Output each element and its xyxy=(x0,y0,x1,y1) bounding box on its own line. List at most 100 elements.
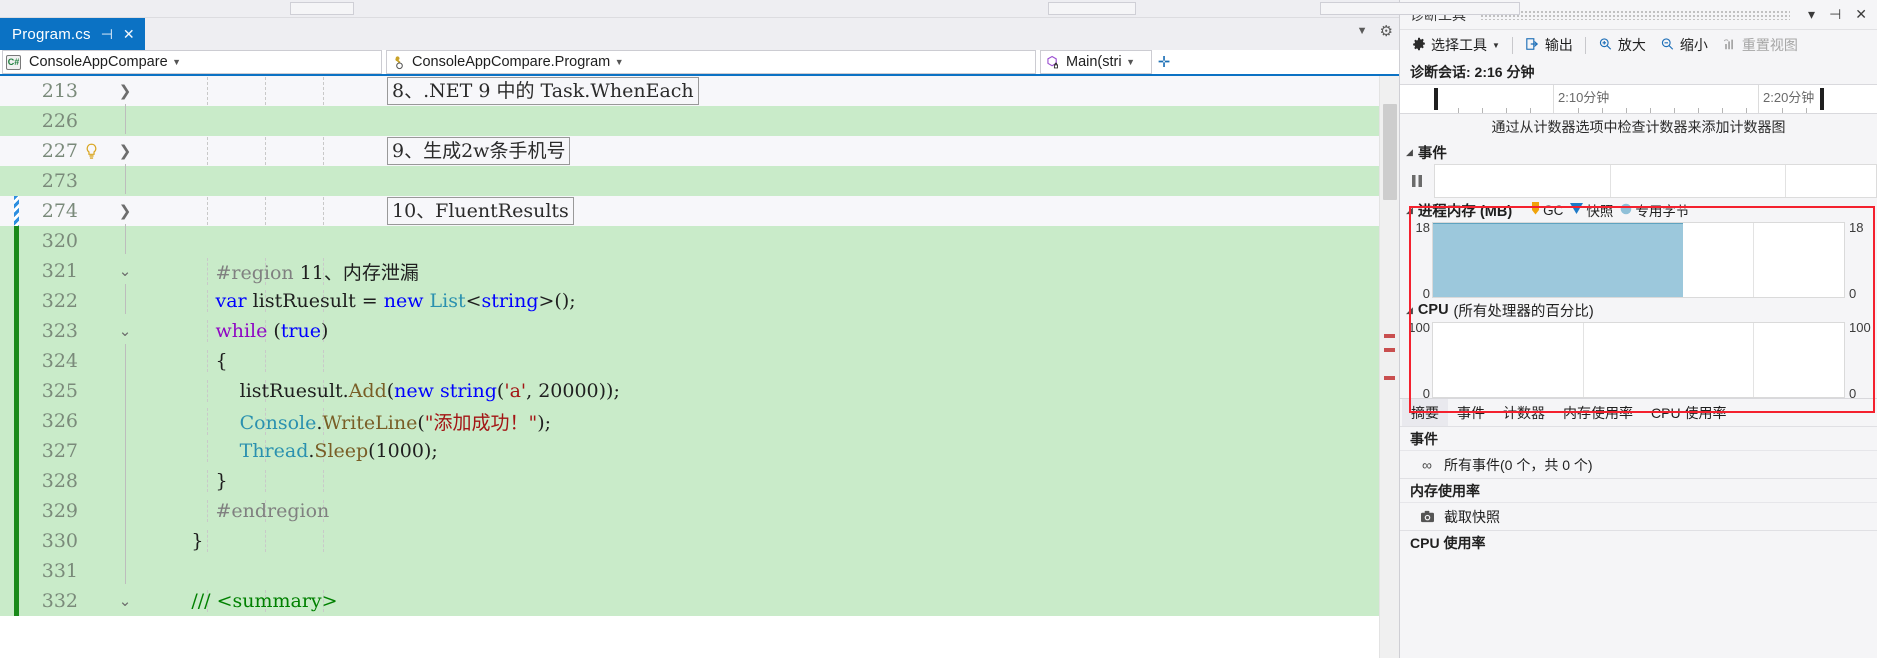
breakpoint-gutter[interactable] xyxy=(0,376,14,406)
chevron-down-icon[interactable]: ▼ xyxy=(1492,41,1500,50)
chevron-down-icon[interactable]: ▼ xyxy=(1357,25,1368,37)
breakpoint-gutter[interactable] xyxy=(0,436,14,466)
chevron-expanded-icon[interactable]: ◢ xyxy=(1406,305,1413,316)
memory-y-axis-right: 18 0 xyxy=(1845,220,1871,301)
cpu-graph-header[interactable]: ◢ CPU (所有处理器的百分比) xyxy=(1400,298,1877,322)
diagnostic-tab-计数器[interactable]: 计数器 xyxy=(1494,399,1554,426)
diagnostic-tab-CPU 使用率[interactable]: CPU 使用率 xyxy=(1642,399,1735,426)
zoom-in-button[interactable]: 放大 xyxy=(1592,33,1652,57)
pin-icon[interactable]: ⊣ xyxy=(1825,6,1845,23)
breakpoint-gutter[interactable] xyxy=(0,346,14,376)
summary-all-events-row[interactable]: ∞ 所有事件(0 个，共 0 个) xyxy=(1400,450,1877,478)
summary-take-snapshot-row[interactable]: 截取快照 xyxy=(1400,502,1877,530)
diagnostic-timeline[interactable]: 2:10分钟 2:20分钟 xyxy=(1400,84,1877,114)
tab-program-cs[interactable]: Program.cs ⊣ ✕ xyxy=(0,18,145,50)
code-line[interactable]: 332 ⌄ /// <summary> xyxy=(0,586,1399,616)
code-line[interactable]: 227 ❯ 9、生成2w条手机号 xyxy=(0,136,1399,166)
collapsed-region-label[interactable]: 10、FluentResults xyxy=(387,197,574,225)
code-editor-surface[interactable]: 213 ❯ 8、.NET 9 中的 Task.WhenEach 226 227 ❯ 9、生成… xyxy=(0,76,1399,658)
summary-cpu-header: CPU 使用率 xyxy=(1400,530,1877,554)
breakpoint-gutter[interactable] xyxy=(0,76,14,106)
collapsed-region-label[interactable]: 8、.NET 9 中的 Task.WhenEach xyxy=(387,77,699,105)
breakpoint-gutter[interactable] xyxy=(0,286,14,316)
line-number: 326 xyxy=(41,410,78,432)
code-line[interactable]: 321 ⌄ #region 11、内存泄漏 xyxy=(0,256,1399,286)
scrollbar-marker xyxy=(1384,348,1395,352)
process-memory-graph: ◢ 进程内存 (MB) GC 快照 专用字节 18 0 18 0 xyxy=(1400,198,1877,301)
split-window-icon[interactable]: ✛ xyxy=(1152,50,1176,74)
breakpoint-gutter[interactable] xyxy=(0,496,14,526)
code-line[interactable]: 322 var listRuesult = new List<string>()… xyxy=(0,284,1399,316)
collapsed-region-label[interactable]: 9、生成2w条手机号 xyxy=(387,137,571,165)
code-line[interactable]: 331 xyxy=(0,554,1399,588)
reset-view-button[interactable]: 重置视图 xyxy=(1716,33,1804,57)
code-line[interactable]: 326 Console.WriteLine("添加成功！"); xyxy=(0,404,1399,436)
chevron-down-icon[interactable]: ▾ xyxy=(1804,6,1819,23)
code-line[interactable]: 324 { xyxy=(0,344,1399,376)
code-text: Console.WriteLine("添加成功！"); xyxy=(137,407,1399,435)
type-dropdown[interactable]: ConsoleAppCompare.Program ▼ xyxy=(386,50,1036,74)
cpu-chart[interactable]: 100 0 100 0 xyxy=(1400,320,1877,401)
collapse-region-icon[interactable]: ⌄ xyxy=(113,592,137,610)
lightbulb-icon[interactable] xyxy=(81,143,101,160)
breakpoint-gutter[interactable] xyxy=(0,166,14,196)
diagnostic-tab-事件[interactable]: 事件 xyxy=(1448,399,1494,426)
code-line[interactable]: 329 #endregion xyxy=(0,494,1399,526)
memory-chart[interactable]: 18 0 18 0 xyxy=(1400,220,1877,301)
output-button[interactable]: 输出 xyxy=(1519,33,1579,57)
memory-plot-area[interactable] xyxy=(1432,222,1845,298)
breakpoint-gutter[interactable] xyxy=(0,466,14,496)
code-line[interactable]: 328 } xyxy=(0,464,1399,496)
document-tab-bar: Program.cs ⊣ ✕ ▼ ⚙ xyxy=(0,18,1399,50)
project-dropdown[interactable]: C# ConsoleAppCompare ▼ xyxy=(2,50,382,74)
code-line[interactable]: 213 ❯ 8、.NET 9 中的 Task.WhenEach xyxy=(0,76,1399,106)
code-line[interactable]: 323 ⌄ while (true) xyxy=(0,316,1399,346)
code-line[interactable]: 320 xyxy=(0,224,1399,256)
chevron-expanded-icon[interactable]: ◢ xyxy=(1406,147,1413,158)
events-lane[interactable] xyxy=(1434,164,1877,198)
breakpoint-gutter[interactable] xyxy=(0,556,14,586)
zoom-out-button[interactable]: 缩小 xyxy=(1654,33,1714,57)
fold-guide xyxy=(113,554,137,588)
code-line[interactable]: 325 listRuesult.Add(new string('a', 2000… xyxy=(0,374,1399,406)
code-line[interactable]: 327 Thread.Sleep(1000); xyxy=(0,434,1399,466)
diagnostic-tab-摘要[interactable]: 摘要 xyxy=(1402,399,1448,426)
close-icon[interactable]: ✕ xyxy=(123,27,135,41)
breakpoint-gutter[interactable] xyxy=(0,256,14,286)
breakpoint-gutter[interactable] xyxy=(0,136,14,166)
breakpoint-gutter[interactable] xyxy=(0,406,14,436)
code-line[interactable]: 226 xyxy=(0,104,1399,136)
diagnostic-tab-内存使用率[interactable]: 内存使用率 xyxy=(1554,399,1642,426)
expand-region-icon[interactable]: ❯ xyxy=(113,142,137,160)
collapse-region-icon[interactable]: ⌄ xyxy=(113,322,137,340)
collapse-region-icon[interactable]: ⌄ xyxy=(113,262,137,280)
breakpoint-gutter[interactable] xyxy=(0,526,14,556)
expand-region-icon[interactable]: ❯ xyxy=(113,82,137,100)
expand-region-icon[interactable]: ❯ xyxy=(113,202,137,220)
breakpoint-gutter[interactable] xyxy=(0,196,14,226)
chevron-down-icon[interactable]: ▼ xyxy=(1122,57,1140,67)
select-tools-button[interactable]: 选择工具 ▼ xyxy=(1406,33,1506,57)
breakpoint-gutter[interactable] xyxy=(0,586,14,616)
code-line[interactable]: 330 } xyxy=(0,524,1399,556)
breakpoint-gutter[interactable] xyxy=(0,226,14,256)
drag-handle-dots[interactable] xyxy=(1480,9,1791,20)
member-dropdown[interactable]: Main(stri ▼ xyxy=(1040,50,1152,74)
memory-graph-header[interactable]: ◢ 进程内存 (MB) GC 快照 专用字节 xyxy=(1400,198,1877,222)
editor-scrollbar[interactable] xyxy=(1379,76,1399,658)
close-icon[interactable]: ✕ xyxy=(1851,6,1871,23)
memory-y-max-label-right: 18 xyxy=(1849,220,1864,235)
scrollbar-thumb[interactable] xyxy=(1383,104,1397,200)
code-line[interactable]: 273 xyxy=(0,164,1399,196)
pin-icon[interactable]: ⊣ xyxy=(101,27,113,41)
breakpoint-gutter[interactable] xyxy=(0,316,14,346)
scrollbar-marker xyxy=(1384,334,1395,338)
chevron-expanded-icon[interactable]: ◢ xyxy=(1406,205,1413,216)
events-section-header[interactable]: ◢ 事件 xyxy=(1400,140,1877,164)
gear-icon[interactable]: ⚙ xyxy=(1380,22,1393,40)
breakpoint-gutter[interactable] xyxy=(0,106,14,136)
chevron-down-icon[interactable]: ▼ xyxy=(610,57,628,67)
code-line[interactable]: 274 ❯ 10、FluentResults xyxy=(0,196,1399,226)
chevron-down-icon[interactable]: ▼ xyxy=(168,57,186,67)
cpu-plot-area[interactable] xyxy=(1432,322,1845,398)
